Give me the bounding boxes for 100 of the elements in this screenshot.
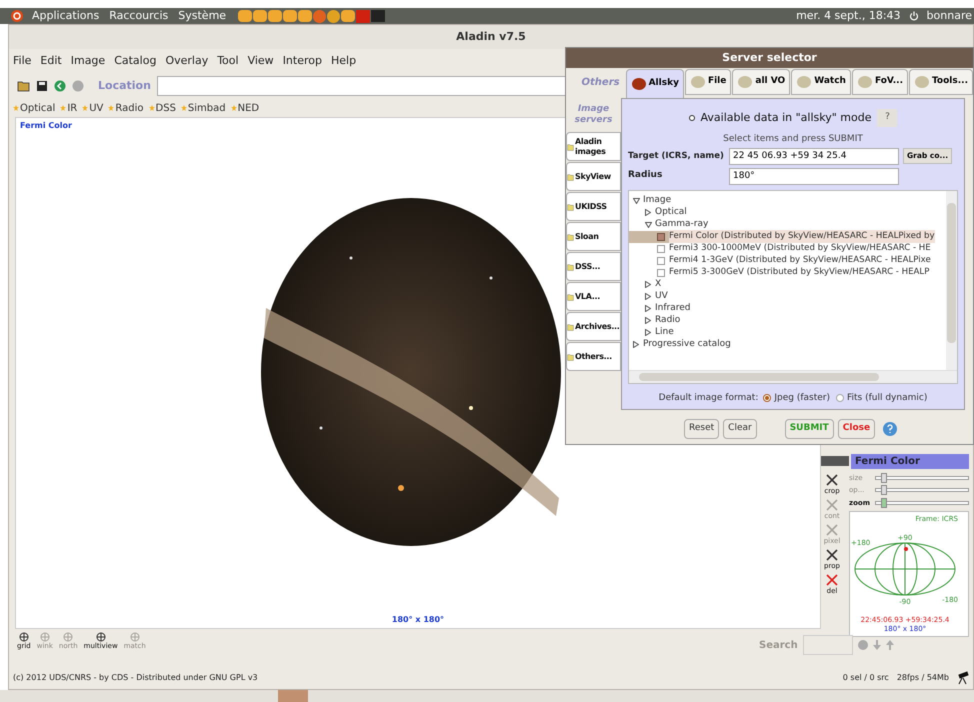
- tree-node[interactable]: Progressive catalog: [643, 338, 731, 352]
- dialog-title: Server selector: [722, 50, 817, 66]
- power-icon: [908, 11, 919, 21]
- tree-node[interactable]: Line: [655, 326, 674, 340]
- tree-node[interactable]: Radio: [655, 314, 680, 328]
- tab-icon: [737, 75, 754, 89]
- view-size-label: 180° x 180°: [392, 614, 444, 626]
- horizontal-scrollbar[interactable]: [629, 370, 957, 382]
- server-button[interactable]: DSS...: [566, 252, 621, 281]
- star-icon: [60, 105, 66, 111]
- tree-node[interactable]: X: [655, 278, 662, 292]
- star-icon: [13, 105, 19, 111]
- star-icon: [180, 105, 187, 111]
- collapsed-arrow-icon[interactable]: [645, 209, 651, 216]
- shortcut-link[interactable]: Optical: [20, 100, 56, 116]
- collapsed-arrow-icon[interactable]: [645, 293, 651, 300]
- server-button[interactable]: UKIDSS: [566, 192, 621, 221]
- panel-menu[interactable]: Raccourcis: [109, 8, 168, 24]
- tab[interactable]: Tools...: [908, 69, 973, 95]
- radius-field[interactable]: 180°: [729, 168, 899, 184]
- server-button[interactable]: VLA...: [566, 282, 621, 311]
- collapsed-arrow-icon[interactable]: [633, 341, 639, 348]
- shortcut-link[interactable]: IR: [67, 100, 78, 116]
- tree-node[interactable]: Optical: [655, 206, 687, 220]
- back-icon[interactable]: [54, 80, 66, 92]
- user-name[interactable]: bonnare: [926, 8, 972, 24]
- launcher-icons[interactable]: [238, 10, 386, 22]
- telescope-icon[interactable]: [957, 671, 969, 685]
- collapsed-arrow-icon[interactable]: [645, 281, 651, 288]
- cross-icon: [824, 522, 839, 536]
- tree-node[interactable]: Infrared: [655, 302, 690, 316]
- menu-item[interactable]: Help: [330, 52, 356, 70]
- clock[interactable]: mer. 4 sept., 18:43: [796, 8, 901, 24]
- window-title: Aladin v7.5: [456, 28, 526, 45]
- collapsed-arrow-icon[interactable]: [645, 329, 651, 336]
- help-button[interactable]: ?: [877, 109, 898, 127]
- panel-menu[interactable]: Système: [178, 8, 226, 24]
- plane-selector[interactable]: Fermi Color: [851, 454, 969, 468]
- ubuntu-logo-icon[interactable]: [10, 9, 24, 23]
- menu-item[interactable]: File: [13, 52, 32, 70]
- menu-item[interactable]: Image: [70, 52, 106, 70]
- dialog-button[interactable]: Reset: [684, 419, 720, 439]
- tab[interactable]: FoV...: [852, 69, 908, 95]
- menu-item[interactable]: View: [248, 52, 274, 70]
- checkbox[interactable]: [657, 268, 665, 276]
- tree-node[interactable]: Image: [643, 194, 672, 208]
- star-icon: [148, 105, 155, 111]
- arrow-down-icon[interactable]: [872, 640, 881, 650]
- tree-node[interactable]: UV: [655, 290, 668, 304]
- folder-icon[interactable]: [17, 80, 30, 92]
- panel-menu[interactable]: Applications: [32, 8, 100, 24]
- stop-icon[interactable]: [72, 80, 84, 92]
- checkbox[interactable]: [657, 256, 665, 264]
- server-button[interactable]: Aladin images: [566, 132, 621, 161]
- vertical-scrollbar[interactable]: [946, 190, 957, 372]
- expanded-arrow-icon[interactable]: [633, 198, 640, 204]
- shortcut-link[interactable]: NED: [238, 100, 260, 116]
- slider-thumb[interactable]: [880, 498, 887, 508]
- save-icon[interactable]: [36, 80, 48, 92]
- menu-item[interactable]: Catalog: [114, 52, 156, 70]
- slider-track[interactable]: [875, 500, 969, 505]
- shortcut-link[interactable]: Simbad: [188, 100, 226, 116]
- radius-label: Radius: [628, 169, 664, 182]
- menu-item[interactable]: Interop: [282, 52, 322, 70]
- server-button[interactable]: SkyView: [566, 162, 621, 191]
- crosshair-icon: [62, 632, 74, 642]
- shortcut-link[interactable]: DSS: [156, 100, 176, 116]
- target-field[interactable]: 22 45 06.93 +59 34 25.4: [729, 148, 899, 164]
- tab[interactable]: Watch: [791, 69, 851, 95]
- dialog-button[interactable]: Close: [838, 419, 876, 439]
- tab[interactable]: all VO: [732, 69, 790, 95]
- cross-icon: [825, 548, 839, 562]
- tree-item-label[interactable]: Fermi Color (Distributed by SkyView/HEASARC - HEALPixed by: [669, 230, 935, 243]
- shortcut-link[interactable]: Radio: [115, 100, 144, 116]
- search-field[interactable]: [802, 635, 853, 655]
- search-label: Search: [759, 638, 798, 652]
- help-icon[interactable]: [883, 422, 898, 436]
- tab[interactable]: Allsky: [626, 69, 684, 99]
- selection-count: 0 sel / 0 src: [842, 672, 889, 684]
- tab[interactable]: File: [684, 69, 732, 95]
- crosshair-icon: [128, 632, 141, 642]
- expanded-arrow-icon[interactable]: [645, 222, 652, 228]
- server-button[interactable]: Archives...: [566, 312, 621, 341]
- server-button[interactable]: Sloan: [566, 222, 621, 251]
- radio-icon: [688, 115, 695, 121]
- tree-node[interactable]: Gamma-ray: [655, 218, 708, 232]
- arrow-up-icon[interactable]: [886, 640, 894, 650]
- cross-icon: [825, 472, 839, 486]
- copyright-text: (c) 2012 UDS/CNRS - by CDS - Distributed under GNU GPL v3: [13, 672, 258, 684]
- menu-item[interactable]: Tool: [217, 52, 239, 70]
- dialog-button[interactable]: Clear: [723, 419, 757, 439]
- collapsed-arrow-icon[interactable]: [645, 317, 651, 324]
- format-radio[interactable]: Fits (full dynamic): [836, 392, 928, 405]
- menu-item[interactable]: Edit: [40, 52, 62, 70]
- server-button[interactable]: Others...: [566, 342, 621, 371]
- shortcut-link[interactable]: UV: [89, 100, 104, 116]
- menu-item[interactable]: Overlay: [165, 52, 208, 70]
- cross-icon: [825, 498, 839, 512]
- checkbox[interactable]: [657, 244, 665, 252]
- collapsed-arrow-icon[interactable]: [645, 305, 651, 312]
